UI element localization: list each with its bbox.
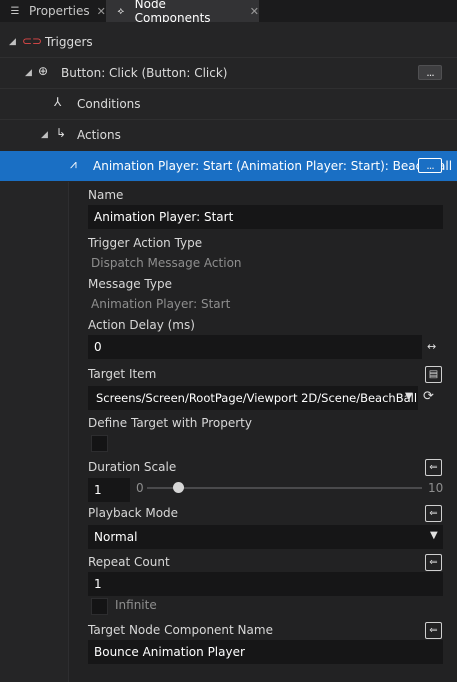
select-target-icon[interactable]: ▤ bbox=[425, 366, 442, 383]
repeat-count-field[interactable]: 1 bbox=[88, 572, 443, 596]
bind-property-icon[interactable]: ⇐ bbox=[425, 459, 442, 476]
name-field[interactable]: Animation Player: Start bbox=[88, 205, 443, 229]
slider-min-label: 0 bbox=[136, 481, 144, 495]
chevron-down-icon[interactable]: ▼ bbox=[405, 391, 413, 402]
define-target-label: Define Target with Property bbox=[88, 416, 252, 430]
message-type-value: Animation Player: Start bbox=[91, 297, 231, 311]
tree-item-label: Triggers bbox=[45, 35, 93, 49]
more-options-button[interactable]: ... bbox=[418, 158, 442, 173]
tree-item-triggers[interactable]: ◢ ⊂⊃ Triggers bbox=[0, 27, 457, 57]
trigger-action-type-value: Dispatch Message Action bbox=[91, 256, 242, 270]
expand-arrow-icon[interactable]: ◢ bbox=[41, 130, 48, 140]
more-options-button[interactable]: ... bbox=[418, 65, 442, 80]
tab-bar: ☰ Properties ✕ ⟡ Node Components ✕ bbox=[0, 0, 457, 25]
playback-mode-dropdown[interactable]: Normal bbox=[88, 525, 443, 549]
infinite-checkbox[interactable] bbox=[91, 598, 108, 615]
duration-scale-slider-thumb[interactable] bbox=[173, 482, 184, 493]
trigger-action-type-label: Trigger Action Type bbox=[88, 236, 203, 250]
tree-item-actions[interactable]: ◢ ↳ Actions bbox=[0, 120, 457, 150]
bind-property-icon[interactable]: ⇐ bbox=[425, 554, 442, 571]
action-delay-label: Action Delay (ms) bbox=[88, 318, 195, 332]
close-icon[interactable]: ✕ bbox=[250, 5, 259, 18]
tab-properties-label: Properties bbox=[29, 4, 90, 18]
expand-arrow-icon[interactable]: ◢ bbox=[25, 68, 32, 78]
drag-adjust-icon[interactable]: ↔ bbox=[427, 340, 436, 353]
tab-properties[interactable]: ☰ Properties ✕ bbox=[0, 0, 106, 22]
define-target-checkbox[interactable] bbox=[91, 435, 108, 452]
tree-item-label: Actions bbox=[77, 128, 121, 142]
close-icon[interactable]: ✕ bbox=[97, 5, 106, 18]
tree-item-label: Animation Player: Start (Animation Playe… bbox=[93, 159, 453, 173]
tree-item-button-click[interactable]: ◢ ⊕ Button: Click (Button: Click) ... bbox=[0, 58, 457, 88]
tree-item-conditions[interactable]: ⅄ Conditions bbox=[0, 89, 457, 119]
conditions-icon: ⅄ bbox=[54, 95, 62, 109]
duration-scale-field[interactable]: 1 bbox=[88, 478, 130, 502]
list-icon: ☰ bbox=[10, 5, 20, 17]
message-type-label: Message Type bbox=[88, 277, 172, 291]
chevron-down-icon[interactable]: ▼ bbox=[430, 530, 438, 541]
target-item-dropdown[interactable]: Screens/Screen/RootPage/Viewport 2D/Scen… bbox=[88, 386, 418, 410]
slider-max-label: 10 bbox=[428, 481, 444, 495]
trigger-icon: ⊂⊃ bbox=[22, 34, 43, 48]
node-components-icon: ⟡ bbox=[117, 5, 125, 17]
playback-mode-label: Playback Mode bbox=[88, 506, 179, 520]
bind-property-icon[interactable]: ⇐ bbox=[425, 505, 442, 522]
animation-player-icon: ⩘ bbox=[70, 157, 77, 171]
target-item-label: Target Item bbox=[88, 367, 157, 381]
tree-item-label: Button: Click (Button: Click) bbox=[61, 66, 228, 80]
action-delay-field[interactable]: 0 bbox=[88, 335, 422, 359]
tab-node-components[interactable]: ⟡ Node Components ✕ bbox=[106, 0, 259, 25]
actions-icon: ↳ bbox=[56, 126, 67, 140]
tree-item-label: Conditions bbox=[77, 97, 141, 111]
tree-item-animation-player-start[interactable]: ⩘ Animation Player: Start (Animation Pla… bbox=[0, 151, 457, 181]
duration-scale-slider-track[interactable] bbox=[147, 487, 422, 489]
expand-arrow-icon[interactable]: ◢ bbox=[9, 37, 16, 47]
bind-property-icon[interactable]: ⇐ bbox=[425, 622, 442, 639]
name-label: Name bbox=[88, 188, 124, 202]
click-icon: ⊕ bbox=[38, 64, 49, 78]
target-component-field[interactable]: Bounce Animation Player bbox=[88, 640, 443, 664]
reset-icon[interactable]: ⟳ bbox=[423, 389, 434, 404]
duration-scale-label: Duration Scale bbox=[88, 460, 177, 474]
repeat-count-label: Repeat Count bbox=[88, 555, 170, 569]
target-component-label: Target Node Component Name bbox=[88, 623, 273, 637]
infinite-label: Infinite bbox=[115, 598, 157, 612]
